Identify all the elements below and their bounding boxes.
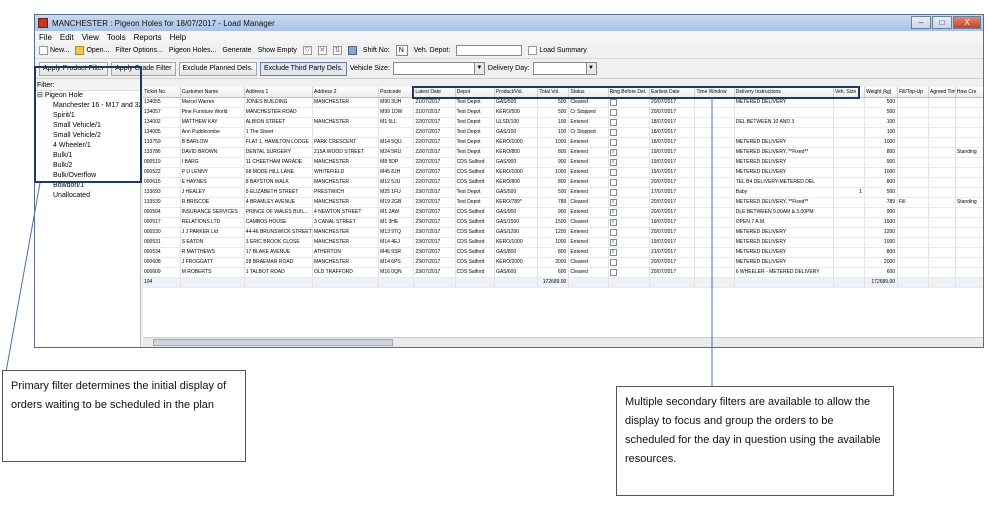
secondary-filter-callout: Multiple secondary filters are available… (616, 386, 894, 496)
primary-filter-callout-text: Primary filter determines the initial di… (11, 380, 227, 411)
left-connector-line (5, 182, 41, 373)
secondary-filter-callout-text: Multiple secondary filters are available… (625, 396, 881, 465)
primary-filter-callout: Primary filter determines the initial di… (2, 370, 246, 462)
